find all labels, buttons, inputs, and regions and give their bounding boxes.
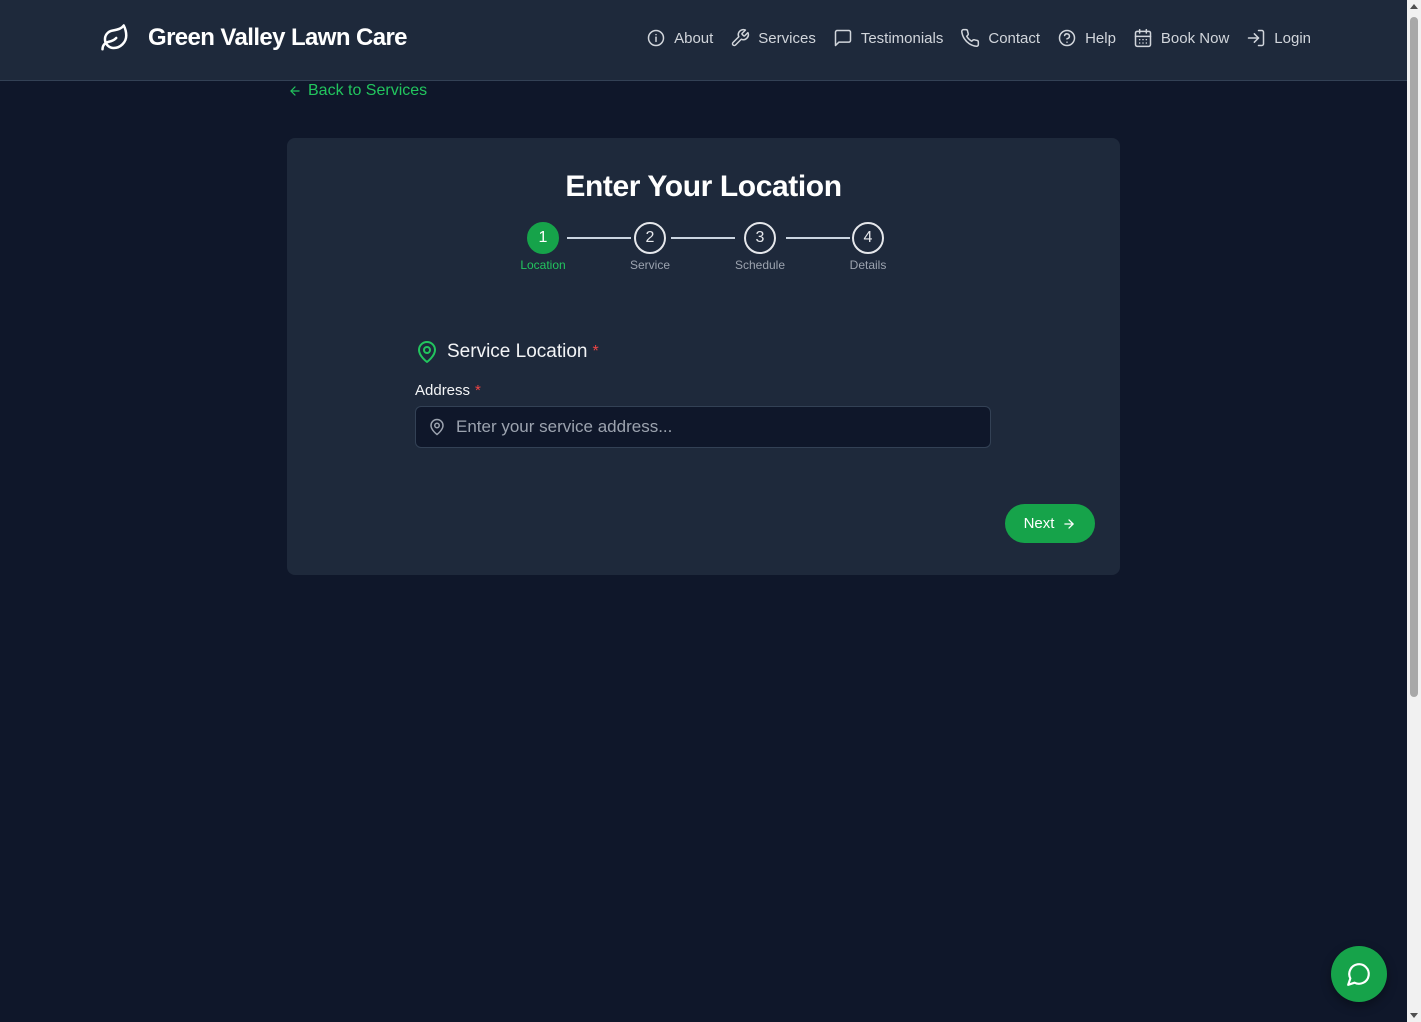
step-schedule: 3 Schedule: [720, 222, 800, 272]
address-input-wrapper: [415, 406, 991, 448]
address-label: Address *: [415, 382, 481, 399]
main-nav: About Services Testimonials Contact Help…: [646, 28, 1311, 48]
step-number: 3: [744, 222, 776, 254]
scrollbar-thumb[interactable]: [1410, 17, 1418, 697]
leaf-icon: [100, 22, 130, 54]
section-heading: Service Location *: [415, 340, 599, 364]
message-square-icon: [834, 29, 852, 47]
nav-item-services[interactable]: Services: [730, 28, 816, 48]
chat-bubble-icon: [1347, 963, 1370, 986]
arrow-right-icon: [1064, 518, 1075, 529]
next-button-label: Next: [1023, 515, 1055, 532]
map-pin-icon: [418, 341, 436, 363]
nav-item-login[interactable]: Login: [1246, 28, 1311, 48]
arrow-left-icon: [290, 86, 300, 96]
location-card: Enter Your Location 1 Location 2 Service…: [287, 138, 1120, 575]
step-location: 1 Location: [503, 222, 583, 272]
step-label: Location: [520, 258, 566, 272]
scroll-up-arrow[interactable]: [1410, 4, 1418, 9]
step-number: 2: [634, 222, 666, 254]
back-link-label: Back to Services: [308, 82, 428, 99]
page-scrollbar[interactable]: [1407, 0, 1421, 1022]
help-circle-icon: [1058, 29, 1076, 47]
nav-item-label: Book Now: [1160, 29, 1230, 47]
phone-icon: [961, 28, 980, 48]
step-number: 1: [527, 222, 559, 254]
scroll-down-arrow[interactable]: [1410, 1013, 1418, 1018]
nav-item-help[interactable]: Help: [1057, 28, 1116, 48]
required-mark: *: [592, 343, 599, 360]
nav-item-about[interactable]: About: [646, 28, 713, 48]
address-label-text: Address: [415, 382, 471, 399]
section-title: Service Location: [447, 341, 588, 362]
back-to-services-link[interactable]: Back to Services: [288, 82, 427, 100]
brand[interactable]: Green Valley Lawn Care: [100, 22, 408, 54]
step-service: 2 Service: [610, 222, 690, 272]
step-number: 4: [852, 222, 884, 254]
brand-name: Green Valley Lawn Care: [148, 24, 408, 51]
page-title: Enter Your Location: [565, 170, 842, 203]
nav-item-contact[interactable]: Contact: [960, 28, 1040, 48]
nav-item-label: About: [674, 29, 714, 47]
address-input[interactable]: [456, 417, 990, 437]
step-label: Service: [629, 258, 670, 272]
nav-item-label: Testimonials: [860, 29, 944, 47]
required-mark: *: [475, 382, 481, 399]
nav-item-label: Login: [1274, 29, 1311, 47]
login-icon: [1248, 29, 1265, 47]
nav-item-label: Help: [1085, 29, 1116, 47]
step-label: Schedule: [734, 258, 786, 272]
step-label: Details: [849, 258, 887, 272]
map-pin-icon: [430, 418, 444, 436]
step-details: 4 Details: [828, 222, 908, 272]
wrench-icon: [732, 28, 750, 47]
nav-item-label: Contact: [988, 29, 1041, 47]
calendar-icon: [1134, 28, 1152, 48]
nav-item-label: Services: [758, 29, 816, 47]
chat-button[interactable]: [1331, 946, 1387, 1002]
nav-item-book-now[interactable]: Book Now: [1133, 28, 1229, 48]
next-button[interactable]: Next: [1005, 504, 1095, 543]
info-icon: [647, 29, 665, 47]
site-header: Green Valley Lawn Care About Services Te…: [0, 0, 1407, 81]
nav-item-testimonials[interactable]: Testimonials: [833, 28, 944, 48]
